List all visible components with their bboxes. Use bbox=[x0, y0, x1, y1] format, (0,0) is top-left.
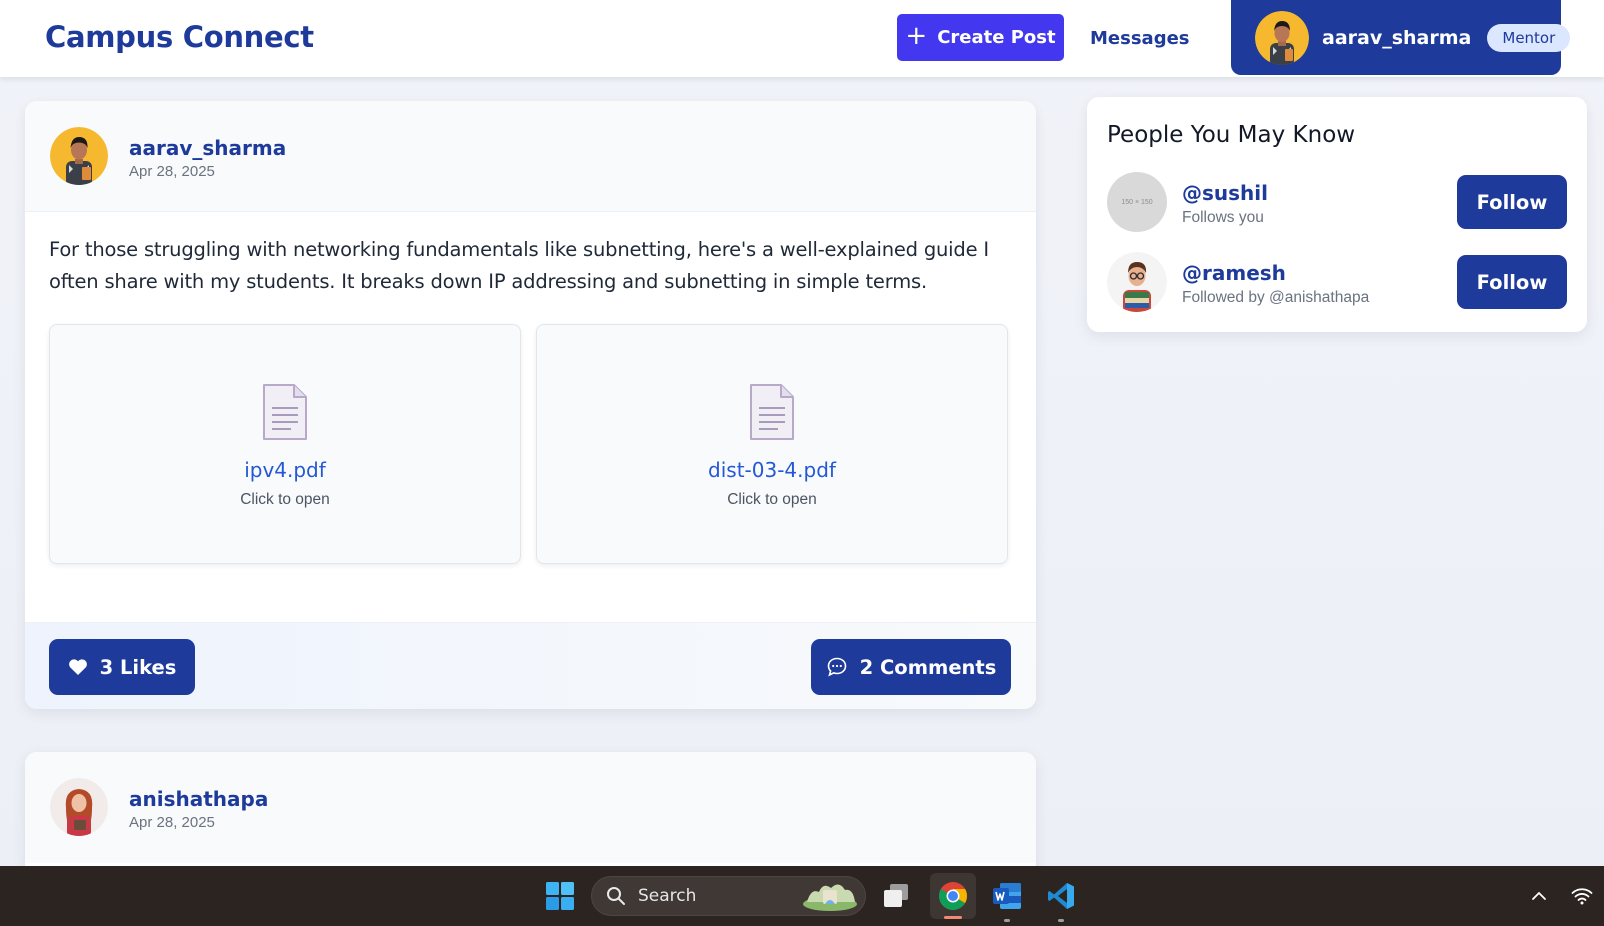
word-icon[interactable] bbox=[987, 876, 1027, 922]
comments-count: 2 Comments bbox=[859, 655, 997, 679]
search-highlight-icon bbox=[803, 884, 857, 911]
comment-icon bbox=[827, 657, 846, 677]
brand-logo[interactable]: Campus Connect bbox=[45, 20, 314, 54]
wifi-icon[interactable] bbox=[1568, 876, 1596, 916]
suggestion-subtitle: Follows you bbox=[1182, 209, 1264, 226]
chevron-up-icon[interactable] bbox=[1527, 876, 1551, 916]
messages-link[interactable]: Messages bbox=[1090, 28, 1190, 49]
post-date: Apr 28, 2025 bbox=[129, 814, 215, 831]
panel-title: People You May Know bbox=[1107, 122, 1356, 148]
post-card: aarav_sharma Apr 28, 2025 For those stru… bbox=[25, 101, 1036, 709]
attachment-card[interactable]: ipv4.pdf Click to open bbox=[49, 324, 521, 564]
create-post-button[interactable]: + Create Post bbox=[897, 14, 1064, 61]
current-username: aarav_sharma bbox=[1322, 26, 1472, 49]
like-button[interactable]: 3 Likes bbox=[49, 639, 195, 695]
attachments-grid: ipv4.pdf Click to open dist-03-4.pdf Cli… bbox=[25, 298, 1036, 564]
people-you-may-know-panel: People You May Know 150 × 150 @sushil Fo… bbox=[1087, 97, 1587, 332]
suggestion-handle[interactable]: @sushil bbox=[1182, 181, 1268, 205]
suggestion-avatar[interactable] bbox=[1107, 252, 1167, 312]
post-text: For those struggling with networking fun… bbox=[49, 238, 989, 293]
post-date: Apr 28, 2025 bbox=[129, 163, 215, 180]
taskbar-search-label: Search bbox=[638, 886, 697, 906]
follow-button[interactable]: Follow bbox=[1457, 175, 1567, 229]
attachment-filename[interactable]: dist-03-4.pdf bbox=[708, 458, 836, 482]
plus-icon: + bbox=[905, 21, 928, 51]
taskbar-search-box[interactable]: Search bbox=[591, 876, 866, 916]
document-icon bbox=[263, 384, 307, 440]
suggestion-handle[interactable]: @ramesh bbox=[1182, 261, 1286, 285]
post-author-name[interactable]: anishathapa bbox=[129, 787, 268, 811]
attachment-filename[interactable]: ipv4.pdf bbox=[244, 458, 326, 482]
post-author-name[interactable]: aarav_sharma bbox=[129, 136, 286, 160]
suggestion-item: @ramesh Followed by @anishathapa Follow bbox=[1107, 252, 1567, 314]
author-avatar[interactable] bbox=[50, 778, 108, 836]
post-actions: 3 Likes 2 Comments bbox=[25, 622, 1036, 709]
author-avatar[interactable] bbox=[50, 127, 108, 185]
chrome-icon[interactable] bbox=[930, 873, 976, 919]
running-indicator bbox=[1058, 919, 1064, 922]
heart-icon bbox=[68, 659, 87, 675]
attachment-card[interactable]: dist-03-4.pdf Click to open bbox=[536, 324, 1008, 564]
windows-taskbar: Search bbox=[0, 866, 1604, 926]
role-badge: Mentor bbox=[1487, 23, 1571, 52]
comments-button[interactable]: 2 Comments bbox=[811, 639, 1011, 695]
windows-start-icon[interactable] bbox=[540, 876, 580, 916]
document-icon bbox=[750, 384, 794, 440]
follow-button[interactable]: Follow bbox=[1457, 255, 1567, 309]
post-header: aarav_sharma Apr 28, 2025 bbox=[25, 101, 1036, 212]
running-indicator bbox=[1004, 919, 1010, 922]
search-icon bbox=[607, 887, 625, 905]
post-header: anishathapa Apr 28, 2025 bbox=[25, 752, 1036, 863]
user-profile-chip[interactable]: aarav_sharma Mentor bbox=[1231, 0, 1571, 75]
likes-count: 3 Likes bbox=[99, 655, 177, 679]
suggestion-avatar[interactable]: 150 × 150 bbox=[1107, 172, 1167, 232]
current-user-avatar bbox=[1255, 10, 1309, 65]
suggestion-item: 150 × 150 @sushil Follows you Follow bbox=[1107, 172, 1567, 234]
task-view-icon[interactable] bbox=[876, 876, 916, 916]
attachment-hint: Click to open bbox=[727, 491, 817, 508]
vscode-icon[interactable] bbox=[1041, 876, 1081, 922]
create-post-label: Create Post bbox=[937, 27, 1056, 48]
top-navbar: Campus Connect + Create Post Messages aa… bbox=[0, 0, 1604, 77]
suggestion-subtitle: Followed by @anishathapa bbox=[1182, 289, 1370, 306]
attachment-hint: Click to open bbox=[240, 491, 330, 508]
active-app-indicator bbox=[944, 916, 962, 919]
